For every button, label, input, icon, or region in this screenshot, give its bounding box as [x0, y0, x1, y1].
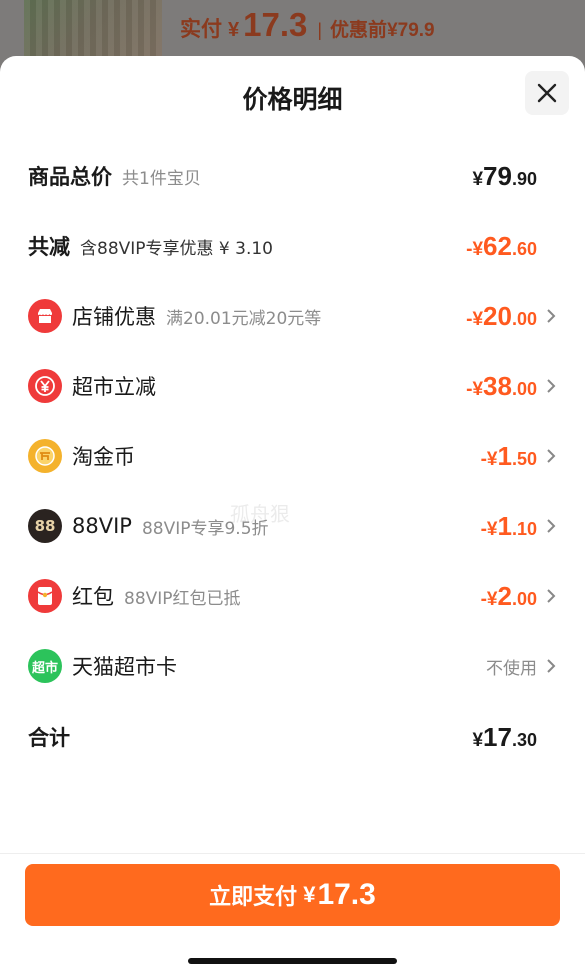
- yuan-coin-icon: [28, 369, 62, 403]
- row-label: 共减: [28, 235, 70, 259]
- home-indicator[interactable]: [188, 958, 397, 964]
- supermarket-card-icon: 超市: [28, 649, 62, 683]
- paid-currency: ¥: [228, 19, 240, 41]
- red-packet-icon: [28, 579, 62, 613]
- background-price-summary: 实付 ¥ 17.3 | 优惠前 ¥79.9: [180, 6, 435, 46]
- amount-decimal: .50: [511, 448, 537, 469]
- chevron-right-icon: [547, 659, 556, 673]
- amount-integer: 79: [483, 160, 512, 191]
- close-button[interactable]: [525, 71, 569, 115]
- amount-integer: 17: [483, 721, 512, 752]
- chevron-right-icon: [547, 519, 556, 533]
- amount-decimal: .10: [511, 518, 537, 539]
- row-tmall-card[interactable]: 超市 天猫超市卡 不使用: [28, 644, 557, 688]
- amount-integer: 1: [497, 440, 512, 471]
- row-goods-total: 商品总价 共1件宝贝 ¥79.90: [28, 154, 557, 198]
- row-sub: 含88VIP专享优惠 ¥ 3.10: [80, 238, 274, 259]
- row-label: 88VIP: [72, 514, 132, 538]
- close-icon: [537, 83, 557, 103]
- pay-now-button[interactable]: 立即支付 ¥ 17.3: [25, 864, 560, 926]
- row-sub: 88VIP红包已抵: [124, 588, 241, 609]
- row-label: 天猫超市卡: [72, 655, 177, 679]
- row-sub: 满20.01元减20元等: [166, 308, 322, 329]
- amount-decimal: .00: [511, 378, 537, 399]
- supermarket-discount-amount: -¥ 38.00: [466, 371, 537, 402]
- taojinbi-amount: -¥ 1.50: [481, 441, 537, 472]
- amount-integer: 2: [497, 580, 512, 611]
- amount-currency: ¥: [472, 168, 484, 190]
- pay-button-label: 立即支付: [209, 885, 298, 910]
- total-discount-amount: -¥ 62.60: [466, 231, 537, 262]
- shop-icon: [28, 299, 62, 333]
- pay-button-currency: ¥: [303, 882, 316, 907]
- chevron-right-icon: [547, 589, 556, 603]
- amount-currency: -¥: [466, 378, 484, 400]
- vip-discount-amount: -¥ 1.10: [481, 511, 537, 542]
- price-separator: |: [317, 20, 323, 40]
- amount-decimal: .00: [511, 308, 537, 329]
- row-label: 合计: [28, 726, 70, 750]
- amount-decimal: .30: [511, 729, 537, 750]
- row-grand-total: 合计 ¥17.30: [28, 715, 557, 759]
- amount-currency: -¥: [466, 238, 484, 260]
- row-label: 超市立减: [72, 375, 156, 399]
- row-label: 淘金币: [72, 445, 135, 469]
- row-88vip[interactable]: 88 88VIP 88VIP专享9.5折 -¥ 1.10: [28, 504, 557, 548]
- vip-88-icon: 88: [28, 509, 62, 543]
- card-status: 不使用: [486, 658, 537, 679]
- row-label: 商品总价: [28, 165, 112, 189]
- amount-integer: 1: [497, 510, 512, 541]
- shop-discount-amount: -¥ 20.00: [466, 301, 537, 332]
- product-thumbnail: [24, 0, 162, 62]
- red-packet-amount: -¥ 2.00: [481, 581, 537, 612]
- original-value: ¥79.9: [387, 20, 435, 41]
- chevron-right-icon: [547, 379, 556, 393]
- price-detail-sheet: 价格明细 商品总价 共1件宝贝 ¥79.90 共减 含88VIP专享优惠 ¥ 3…: [0, 56, 585, 978]
- amount-decimal: .00: [511, 588, 537, 609]
- amount-integer: 20: [483, 300, 512, 331]
- chevron-right-icon: [547, 309, 556, 323]
- pay-button-value: 17.3: [317, 878, 376, 911]
- amount-integer: 62: [483, 230, 512, 261]
- row-supermarket-discount[interactable]: 超市立减 -¥ 38.00: [28, 364, 557, 408]
- row-label: 店铺优惠: [72, 305, 156, 329]
- row-taojinbi[interactable]: 淘金币 -¥ 1.50: [28, 434, 557, 478]
- row-total-discount: 共减 含88VIP专享优惠 ¥ 3.10 -¥ 62.60: [28, 224, 557, 268]
- chevron-right-icon: [547, 449, 556, 463]
- amount-decimal: .90: [511, 168, 537, 189]
- amount-decimal: .60: [511, 238, 537, 259]
- amount-currency: ¥: [472, 729, 484, 751]
- amount-currency: -¥: [480, 448, 498, 470]
- amount-currency: -¥: [466, 308, 484, 330]
- footer-divider: [0, 853, 585, 854]
- paid-label: 实付: [180, 18, 222, 41]
- goods-total-amount: ¥79.90: [472, 161, 537, 192]
- grand-total-amount: ¥17.30: [472, 722, 537, 753]
- row-label: 红包: [72, 585, 114, 609]
- row-sub: 88VIP专享9.5折: [141, 518, 269, 539]
- paid-value: 17.3: [243, 6, 308, 43]
- original-label: 优惠前: [330, 20, 388, 41]
- row-sub: 共1件宝贝: [122, 168, 201, 189]
- row-red-packet[interactable]: 红包 88VIP红包已抵 -¥ 2.00: [28, 574, 557, 618]
- row-shop-discount[interactable]: 店铺优惠 满20.01元减20元等 -¥ 20.00: [28, 294, 557, 338]
- amount-currency: -¥: [480, 588, 498, 610]
- amount-integer: 38: [483, 370, 512, 401]
- sheet-title: 价格明细: [242, 85, 343, 114]
- amount-currency: -¥: [480, 518, 498, 540]
- gold-coin-icon: [28, 439, 62, 473]
